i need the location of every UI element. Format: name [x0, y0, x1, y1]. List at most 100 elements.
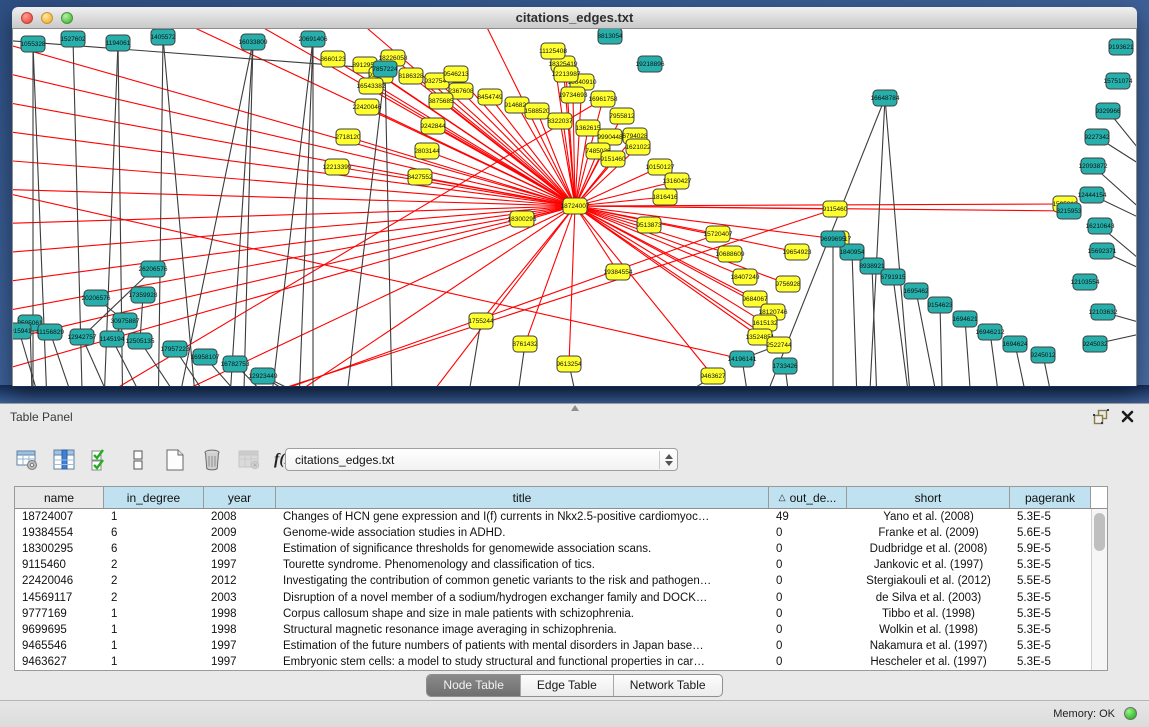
new-table-icon[interactable] [162, 447, 188, 473]
delete-selected-icon[interactable] [199, 447, 225, 473]
cell-year[interactable]: 1997 [204, 640, 276, 652]
selected-node[interactable]: 8454749 [477, 89, 503, 105]
network-node[interactable]: 9227342 [1084, 129, 1110, 145]
cell-in_degree[interactable]: 6 [104, 543, 204, 555]
cell-year[interactable]: 2003 [204, 592, 276, 604]
network-node[interactable]: 17957223 [161, 341, 190, 357]
network-node[interactable]: 16033809 [239, 34, 268, 50]
cell-name[interactable]: 9465546 [15, 640, 104, 652]
selected-node[interactable]: 1588520 [524, 103, 550, 119]
selected-node[interactable]: 8427552 [407, 169, 433, 185]
table-select-dropdown[interactable]: citations_edges.txt [285, 448, 678, 471]
selected-node[interactable]: 16543382 [357, 78, 386, 94]
cell-title[interactable]: Tourette syndrome. Phenomenology and cla… [276, 559, 769, 571]
cell-name[interactable]: 14569117 [15, 592, 104, 604]
select-all-rows-icon[interactable] [88, 447, 114, 473]
selected-node[interactable]: 2803144 [414, 143, 440, 159]
edge[interactable] [158, 37, 163, 386]
edge[interactable] [1108, 111, 1136, 179]
edge[interactable] [228, 42, 253, 386]
selected-node[interactable]: 19384554 [604, 264, 633, 280]
close-icon[interactable] [1120, 409, 1135, 424]
cell-pagerank[interactable]: 5.3E-5 [1010, 559, 1091, 571]
network-node[interactable]: 30975887 [111, 313, 140, 329]
edge[interactable] [173, 42, 253, 386]
column-header-short[interactable]: short [847, 487, 1010, 508]
network-node[interactable]: 12505135 [126, 333, 155, 349]
network-node[interactable]: 9245032 [1082, 336, 1108, 352]
network-node[interactable]: 1694624 [1002, 336, 1028, 352]
clear-row-selection-icon[interactable] [125, 447, 151, 473]
network-node[interactable]: 9193621 [1108, 39, 1134, 55]
column-header-in_degree[interactable]: in_degree [104, 487, 204, 508]
column-header-name[interactable]: name [15, 487, 104, 508]
cell-title[interactable]: Genome-wide association studies in ADHD. [276, 527, 769, 539]
selected-node[interactable]: 19734693 [559, 87, 588, 103]
cell-short[interactable]: Tibbo et al. (1998) [847, 608, 1010, 620]
cell-out_degree[interactable]: 0 [769, 592, 847, 604]
table-row[interactable]: 1938455462009Genome-wide association stu… [15, 525, 1107, 541]
network-node[interactable]: 16958107 [191, 349, 220, 365]
tab-edge-table[interactable]: Edge Table [521, 675, 614, 696]
selected-node[interactable]: 12213399 [323, 159, 352, 175]
tab-node-table[interactable]: Node Table [427, 675, 521, 696]
selected-edge[interactable] [393, 206, 575, 386]
edge[interactable] [243, 42, 253, 386]
cell-out_degree[interactable]: 0 [769, 575, 847, 587]
selected-edge[interactable] [456, 74, 575, 206]
selected-edge[interactable] [575, 206, 765, 323]
select-column-icon[interactable] [51, 447, 77, 473]
cell-year[interactable]: 1998 [204, 624, 276, 636]
selected-node[interactable]: 13160427 [663, 173, 692, 189]
column-header-out_degree[interactable]: △out_de... [769, 487, 847, 508]
network-graph[interactable]: 1872400786601238912955182260589327508165… [13, 29, 1136, 386]
cell-title[interactable]: Structural magnetic resonance image aver… [276, 624, 769, 636]
cell-in_degree[interactable]: 2 [104, 592, 204, 604]
cell-in_degree[interactable]: 1 [104, 608, 204, 620]
column-header-title[interactable]: title [276, 487, 769, 508]
cell-pagerank[interactable]: 5.9E-5 [1010, 543, 1091, 555]
selected-node[interactable]: 8660123 [320, 51, 346, 67]
network-node[interactable]: 1527602 [60, 31, 86, 47]
network-node[interactable]: 9699695 [820, 231, 846, 247]
memory-status-icon[interactable] [1124, 707, 1137, 720]
cell-out_degree[interactable]: 0 [769, 656, 847, 668]
cell-short[interactable]: Hescheler et al. (1997) [847, 656, 1010, 668]
cell-pagerank[interactable]: 5.3E-5 [1010, 592, 1091, 604]
cell-in_degree[interactable]: 1 [104, 656, 204, 668]
cell-short[interactable]: Dudbridge et al. (2008) [847, 543, 1010, 555]
network-node[interactable]: 14196141 [728, 351, 757, 367]
cell-year[interactable]: 1997 [204, 656, 276, 668]
selected-node[interactable]: 18300295 [508, 211, 537, 227]
cell-name[interactable]: 9699695 [15, 624, 104, 636]
selected-node[interactable]: 1621022 [625, 139, 651, 155]
network-node[interactable]: 16210643 [1086, 218, 1115, 234]
delete-table-icon[interactable] [236, 447, 262, 473]
network-node[interactable]: 16946212 [976, 324, 1005, 340]
selected-node[interactable]: 9151460 [600, 151, 626, 167]
network-node[interactable]: 3215953 [1056, 203, 1082, 219]
network-window[interactable]: citations_edges.txt 18724007866012389129… [12, 7, 1137, 387]
cell-name[interactable]: 9115460 [15, 559, 104, 571]
selected-node[interactable]: 2522744 [766, 337, 792, 353]
network-canvas[interactable]: 1872400786601238912955182260589327508165… [12, 29, 1137, 386]
selected-node[interactable]: 19654923 [783, 244, 812, 260]
network-node[interactable]: 1194061 [106, 35, 131, 51]
cell-year[interactable]: 2008 [204, 543, 276, 555]
network-node[interactable]: 12103632 [1089, 304, 1118, 320]
selected-node[interactable]: 1816416 [652, 189, 678, 205]
cell-pagerank[interactable]: 5.3E-5 [1010, 511, 1091, 523]
cell-title[interactable]: Changes of HCN gene expression and I(f) … [276, 511, 769, 523]
network-node[interactable]: 12942757 [68, 329, 97, 345]
network-node[interactable]: 1695462 [903, 283, 929, 299]
cell-in_degree[interactable]: 1 [104, 640, 204, 652]
vertical-scrollbar[interactable] [1091, 509, 1107, 670]
cell-out_degree[interactable]: 0 [769, 543, 847, 555]
cell-name[interactable]: 19384554 [15, 527, 104, 539]
cell-name[interactable]: 9777169 [15, 608, 104, 620]
cell-pagerank[interactable]: 5.3E-5 [1010, 640, 1091, 652]
network-node[interactable]: 20206576 [82, 290, 111, 306]
network-node[interactable]: 12093872 [1079, 158, 1108, 174]
tab-network-table[interactable]: Network Table [614, 675, 722, 696]
network-node[interactable]: 12103554 [1071, 274, 1100, 290]
